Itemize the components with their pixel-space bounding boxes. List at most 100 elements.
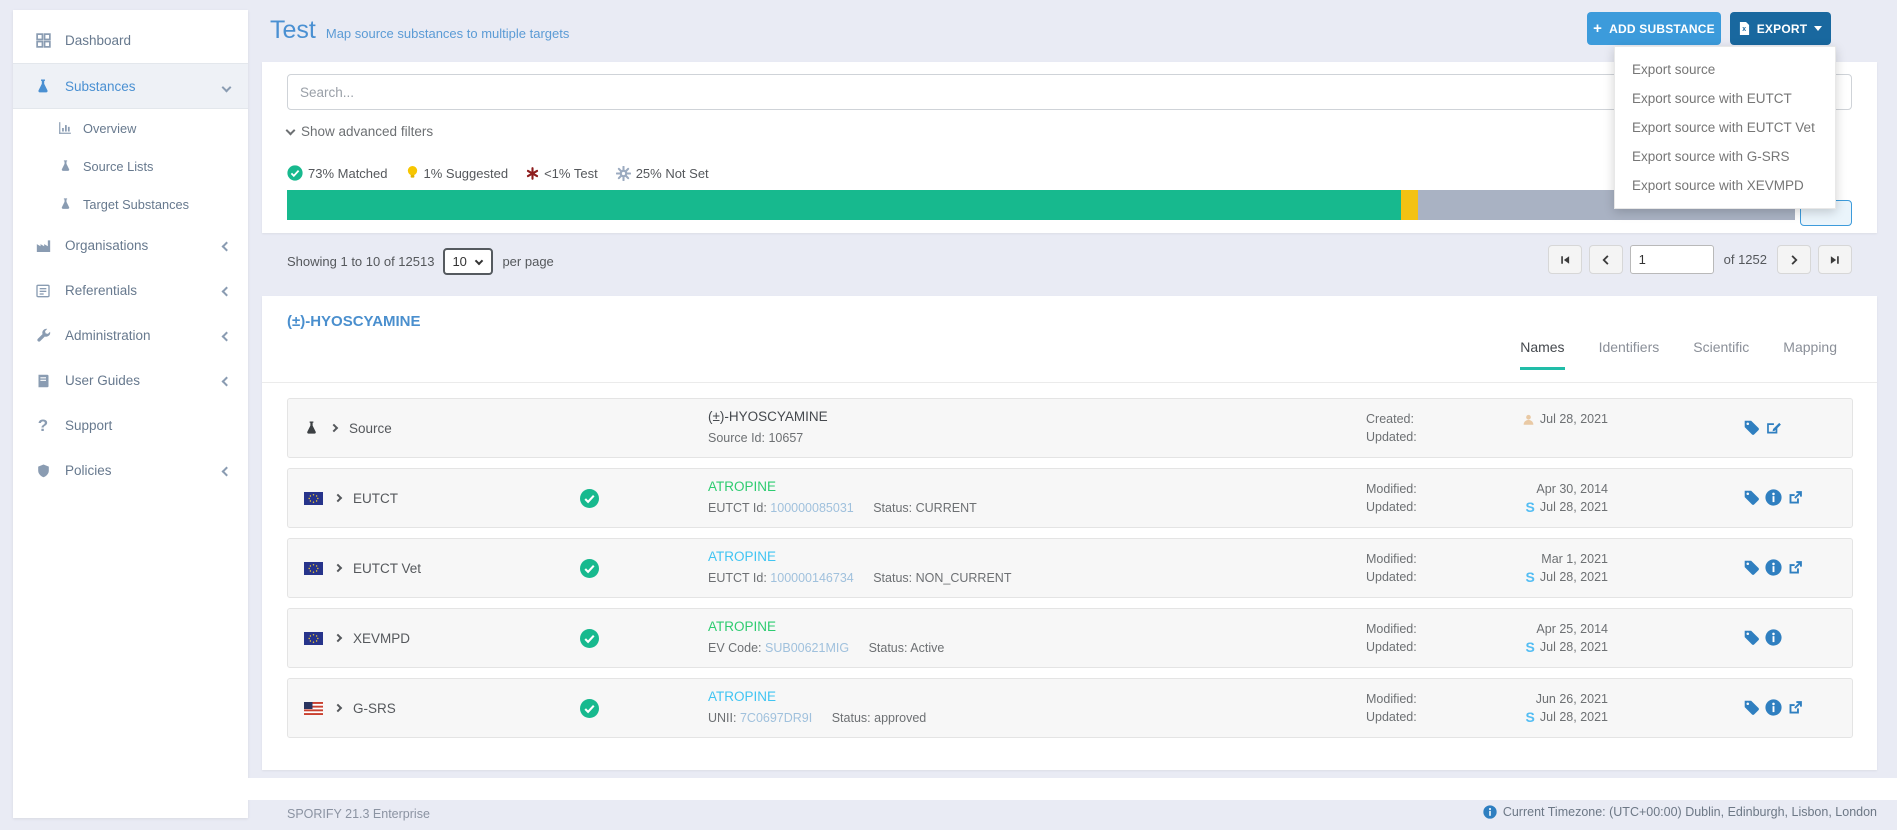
- per-page-select[interactable]: 10: [443, 248, 493, 275]
- sidebar-item-source-lists[interactable]: Source Lists: [13, 147, 248, 185]
- date-values: Jul 28, 2021: [1408, 410, 1608, 446]
- sidebar-item-label: Overview: [83, 121, 136, 136]
- menu-item-export-source[interactable]: Export source: [1615, 55, 1835, 84]
- system-label: XEVMPD: [353, 631, 410, 646]
- substance-detail: Source Id: 10657: [708, 431, 803, 445]
- excel-file-icon: x: [1739, 22, 1750, 35]
- spor-s-icon: S: [1526, 640, 1535, 654]
- source-system[interactable]: G-SRS: [304, 679, 396, 737]
- tag-icon[interactable]: [1743, 489, 1760, 506]
- sidebar-item-label: Policies: [65, 463, 112, 478]
- row-actions: [1743, 699, 1804, 716]
- add-substance-button[interactable]: + ADD SUBSTANCE: [1587, 12, 1721, 45]
- bulb-icon: [406, 165, 419, 181]
- source-system[interactable]: XEVMPD: [304, 609, 410, 667]
- sidebar-item-dashboard[interactable]: Dashboard: [13, 18, 248, 63]
- substance-name[interactable]: ATROPINE: [708, 689, 776, 704]
- pagination-summary: Showing 1 to 10 of 12513 10 per page: [287, 248, 554, 275]
- chevron-down-icon: [223, 79, 230, 94]
- app-version: SPORIFY 21.3 Enterprise: [287, 807, 430, 821]
- sidebar-item-target-substances[interactable]: Target Substances: [13, 185, 248, 223]
- match-legend: 73% Matched 1% Suggested <1% Test 25% No…: [287, 165, 709, 181]
- shield-icon: [33, 463, 53, 479]
- substance-detail: EV Code: SUB00621MIG Status: Active: [708, 641, 944, 655]
- next-page-button[interactable]: [1777, 245, 1811, 274]
- sidebar-item-user-guides[interactable]: User Guides: [13, 358, 248, 403]
- sidebar-item-label: Organisations: [65, 238, 148, 253]
- timezone-info: Current Timezone: (UTC+00:00) Dublin, Ed…: [1483, 805, 1877, 819]
- eutct-id-link[interactable]: 100000146734: [770, 571, 853, 585]
- edit-icon[interactable]: [1765, 419, 1782, 436]
- menu-item-export-source-xevmpd[interactable]: Export source with XEVMPD: [1615, 171, 1835, 200]
- add-substance-label: ADD SUBSTANCE: [1609, 22, 1715, 36]
- row-actions: [1743, 419, 1782, 436]
- match-progress-bar: [287, 190, 1795, 220]
- flask-icon: [33, 78, 53, 95]
- legend-matched: 73% Matched: [287, 165, 388, 181]
- tab-names[interactable]: Names: [1520, 339, 1564, 370]
- substance-name-heading[interactable]: (±)-HYOSCYAMINE: [287, 313, 421, 330]
- tag-icon[interactable]: [1743, 699, 1760, 716]
- source-system[interactable]: EUTCT Vet: [304, 539, 421, 597]
- substance-name[interactable]: ATROPINE: [708, 549, 776, 564]
- showing-text: Showing 1 to 10 of 12513: [287, 254, 434, 269]
- per-page-label: per page: [502, 254, 553, 269]
- sidebar-item-overview[interactable]: Overview: [13, 109, 248, 147]
- substance-name[interactable]: ATROPINE: [708, 619, 776, 634]
- info-icon[interactable]: [1765, 699, 1782, 716]
- source-system[interactable]: EUTCT: [304, 469, 398, 527]
- caret-down-icon: [1814, 26, 1822, 31]
- date-values: Apr 30, 2014 S Jul 28, 2021: [1408, 480, 1608, 516]
- info-icon[interactable]: [1765, 559, 1782, 576]
- chevron-down-icon: [286, 125, 296, 135]
- substance-tabs: Names Identifiers Scientific Mapping: [1520, 339, 1837, 370]
- menu-item-export-source-eutct[interactable]: Export source with EUTCT: [1615, 84, 1835, 113]
- external-link-icon[interactable]: [1787, 699, 1804, 716]
- date-values: Jun 26, 2021 S Jul 28, 2021: [1408, 690, 1608, 726]
- source-system[interactable]: Source: [304, 399, 392, 457]
- chevron-right-icon: [334, 564, 342, 572]
- tag-icon[interactable]: [1743, 629, 1760, 646]
- tab-identifiers[interactable]: Identifiers: [1599, 339, 1660, 370]
- external-link-icon[interactable]: [1787, 489, 1804, 506]
- tab-mapping[interactable]: Mapping: [1783, 339, 1837, 370]
- substance-row-gsrs: G-SRS ATROPINE UNII: 7C0697DR9I Status: …: [287, 678, 1853, 738]
- substance-row-source: Source (±)-HYOSCYAMINE Source Id: 10657 …: [287, 398, 1853, 458]
- menu-item-export-source-eutct-vet[interactable]: Export source with EUTCT Vet: [1615, 113, 1835, 142]
- advanced-filters-toggle[interactable]: Show advanced filters: [287, 124, 433, 139]
- first-page-button[interactable]: [1548, 245, 1582, 274]
- export-dropdown-menu: Export source Export source with EUTCT E…: [1614, 46, 1836, 209]
- unii-link[interactable]: 7C0697DR9I: [740, 711, 812, 725]
- external-link-icon[interactable]: [1787, 559, 1804, 576]
- substance-name[interactable]: ATROPINE: [708, 479, 776, 494]
- substance-detail: EUTCT Id: 100000146734 Status: NON_CURRE…: [708, 571, 1011, 585]
- matched-check-icon: [580, 489, 599, 508]
- spor-s-icon: S: [1526, 570, 1535, 584]
- eu-flag-icon: [304, 562, 323, 575]
- system-label: Source: [349, 421, 392, 436]
- sidebar-item-label: User Guides: [65, 373, 140, 388]
- last-page-button[interactable]: [1818, 245, 1852, 274]
- sidebar-item-policies[interactable]: Policies: [13, 448, 248, 493]
- page-number-input[interactable]: [1630, 245, 1714, 274]
- tag-icon[interactable]: [1743, 419, 1760, 436]
- sidebar-item-administration[interactable]: Administration: [13, 313, 248, 358]
- tag-icon[interactable]: [1743, 559, 1760, 576]
- info-icon[interactable]: [1765, 489, 1782, 506]
- sidebar-item-label: Dashboard: [65, 33, 131, 48]
- pagination-controls: of 1252: [1548, 245, 1852, 274]
- ev-code-link[interactable]: SUB00621MIG: [765, 641, 849, 655]
- menu-item-export-source-gsrs[interactable]: Export source with G-SRS: [1615, 142, 1835, 171]
- tab-scientific[interactable]: Scientific: [1693, 339, 1749, 370]
- previous-page-button[interactable]: [1589, 245, 1623, 274]
- sidebar-item-organisations[interactable]: Organisations: [13, 223, 248, 268]
- sidebar-item-label: Administration: [65, 328, 151, 343]
- export-button[interactable]: x EXPORT: [1730, 12, 1831, 45]
- info-icon[interactable]: [1765, 629, 1782, 646]
- substance-name: (±)-HYOSCYAMINE: [708, 409, 828, 424]
- matched-check-icon: [580, 559, 599, 578]
- sidebar-item-substances[interactable]: Substances: [13, 63, 248, 109]
- sidebar-item-support[interactable]: ? Support: [13, 403, 248, 448]
- sidebar-item-referentials[interactable]: Referentials: [13, 268, 248, 313]
- eutct-id-link[interactable]: 100000085031: [770, 501, 853, 515]
